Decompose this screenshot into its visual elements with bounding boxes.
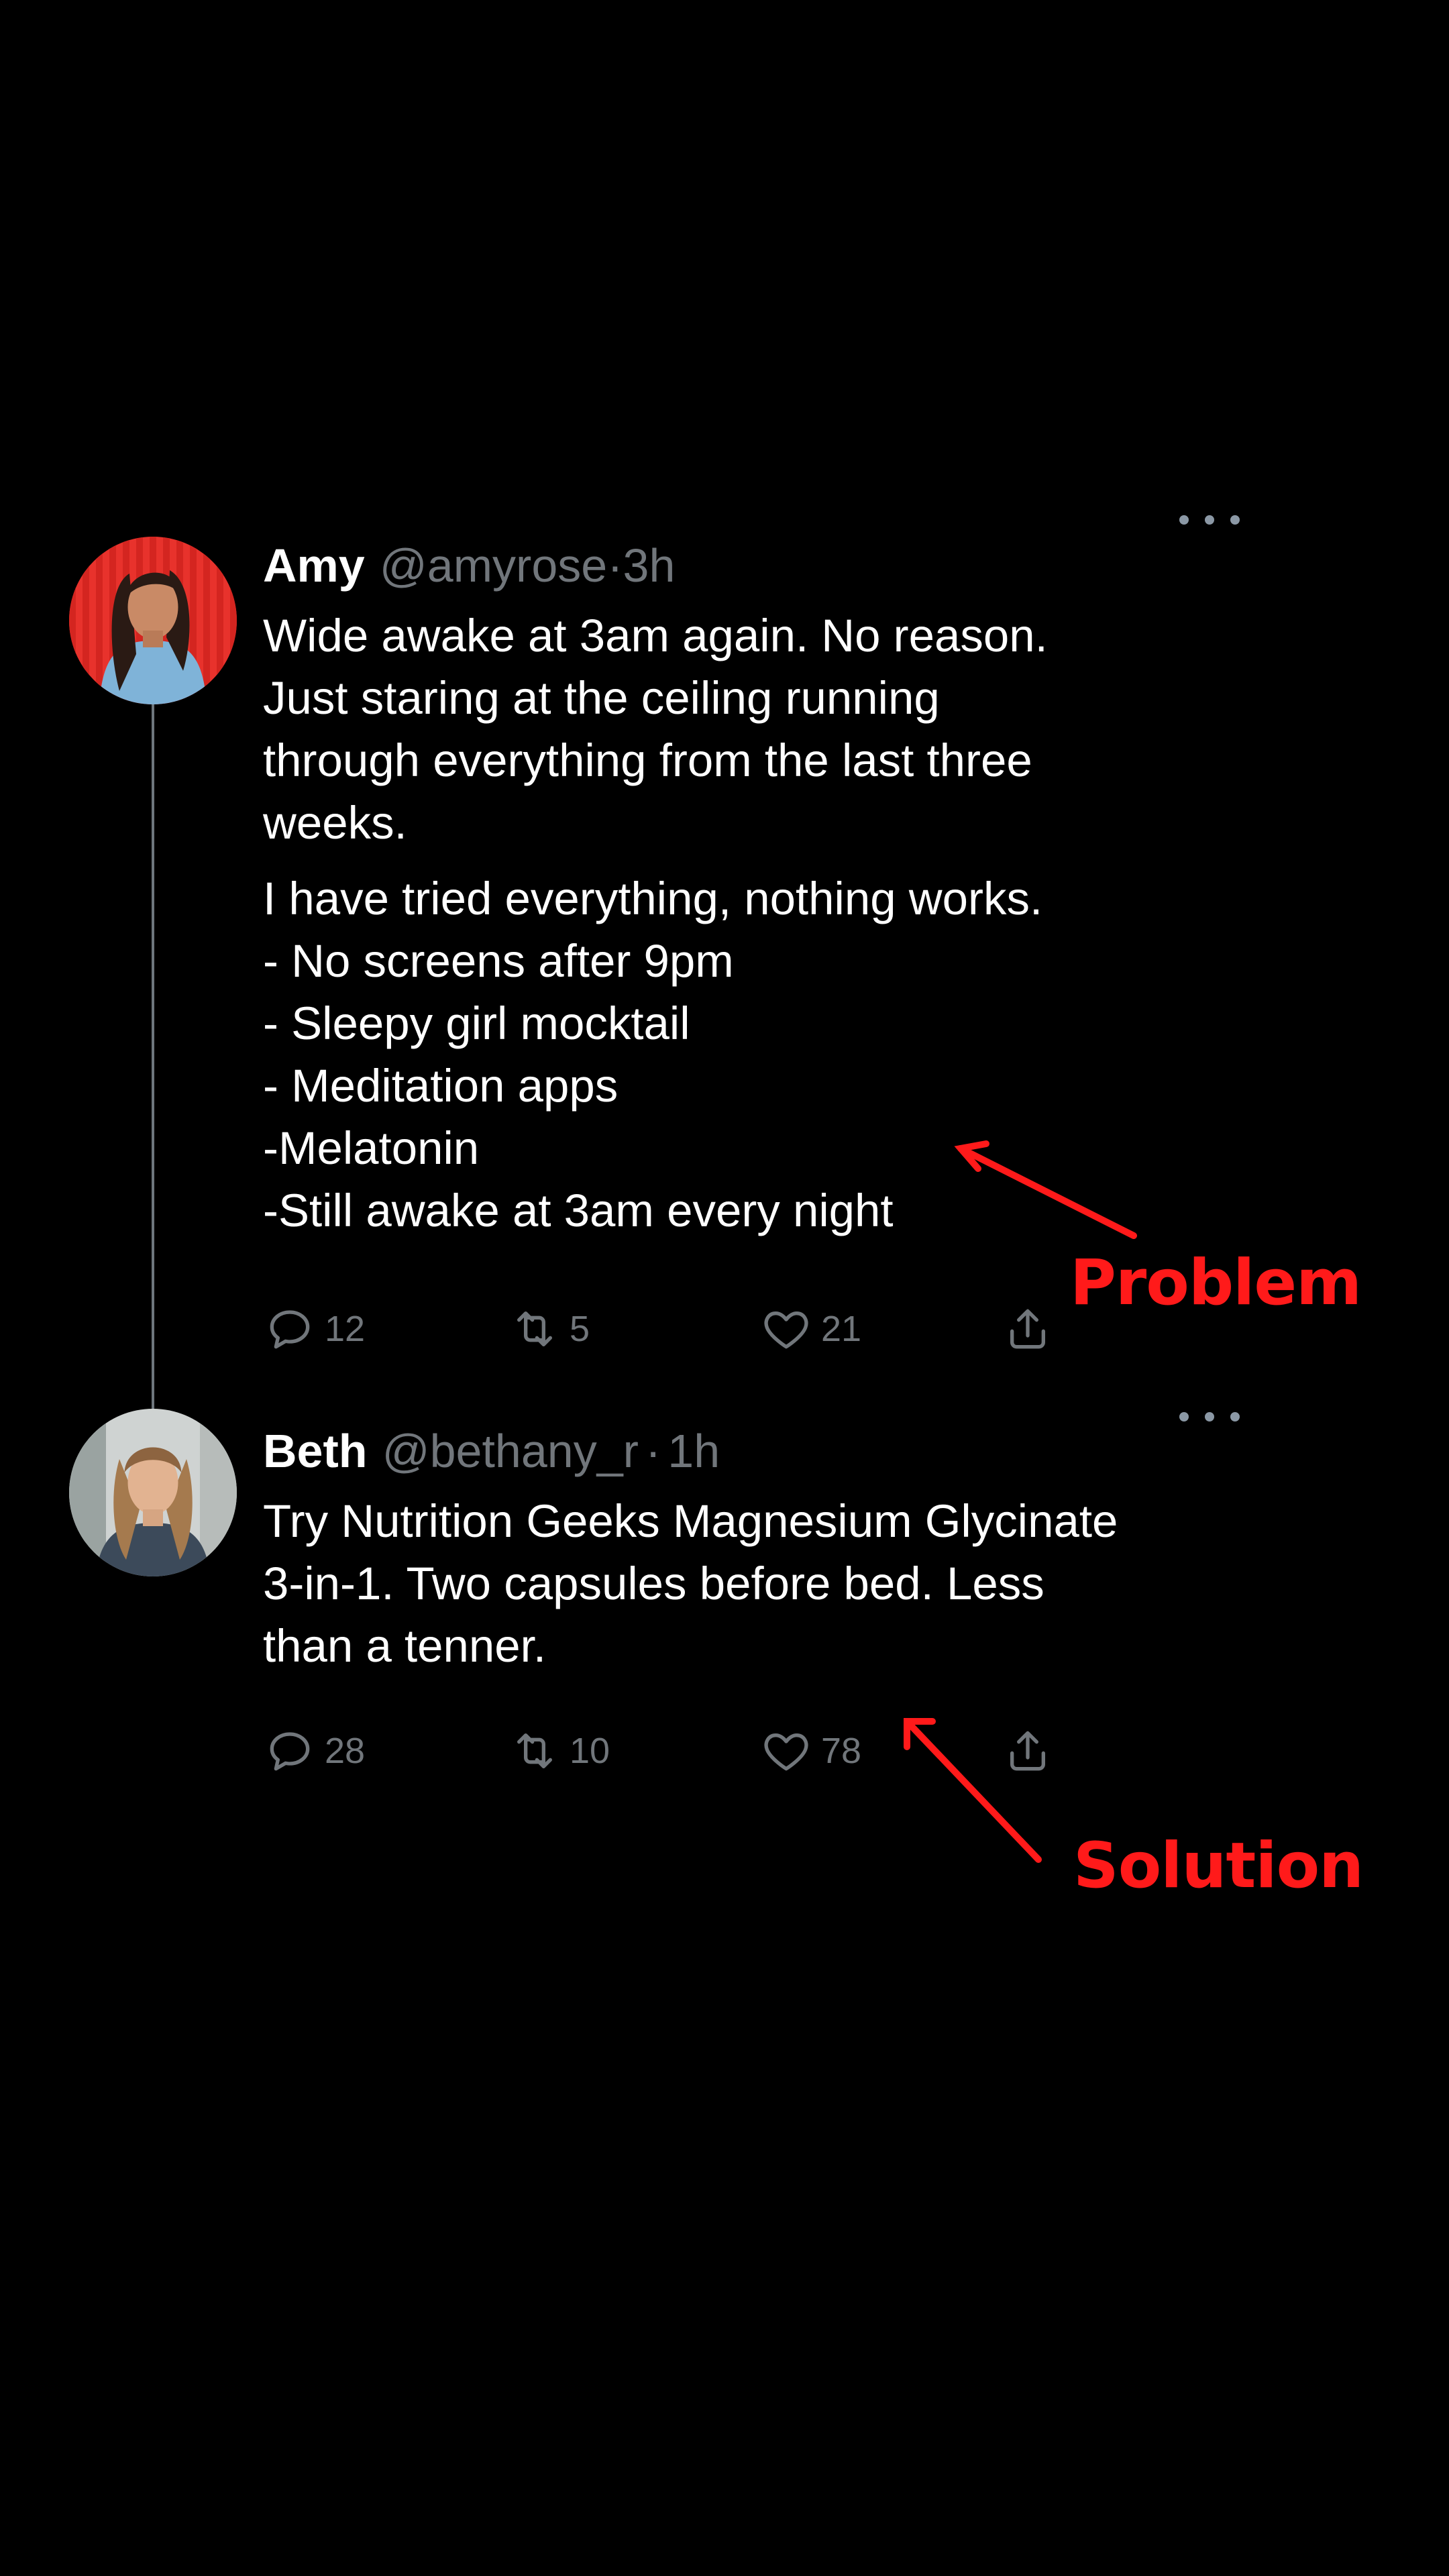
retweet-count: 10 — [570, 1731, 610, 1771]
avatar-amy-image — [69, 537, 237, 704]
tweet-header: Amy @amyrose ·3h — [263, 533, 1216, 598]
share-button[interactable] — [1001, 1302, 1055, 1356]
like-count: 78 — [821, 1731, 862, 1771]
retweet-button[interactable]: 10 — [508, 1724, 610, 1778]
more-icon-dot — [1230, 1412, 1240, 1421]
tweet-text-paragraph-1: Wide awake at 3am again. No reason. Just… — [263, 610, 1048, 849]
share-icon — [1010, 1309, 1045, 1349]
display-name[interactable]: Beth — [263, 1419, 368, 1483]
retweet-count: 5 — [570, 1309, 590, 1349]
user-handle[interactable]: @bethany_r — [382, 1419, 639, 1483]
more-icon-dot — [1230, 515, 1240, 525]
tweet-actions: 28 10 78 — [263, 1724, 1216, 1784]
tweet-text-paragraph-1: Try Nutrition Geeks Magnesium Glycinate … — [263, 1495, 1118, 1672]
share-icon — [1010, 1731, 1045, 1771]
solution-annotation: Solution — [1073, 1829, 1364, 1902]
avatar-amy[interactable] — [69, 537, 237, 704]
reply-count: 28 — [325, 1731, 366, 1771]
tweet-beth: Beth @bethany_r · 1h Try Nutrition Geeks… — [263, 1419, 1216, 1784]
reply-icon — [270, 1310, 310, 1349]
reply-button[interactable]: 12 — [263, 1302, 365, 1356]
user-handle[interactable]: @amyrose — [380, 533, 607, 598]
share-button[interactable] — [1001, 1724, 1055, 1778]
retweet-icon — [517, 1733, 552, 1768]
like-button[interactable]: 78 — [759, 1724, 861, 1778]
timestamp[interactable]: 1h — [667, 1419, 720, 1483]
display-name[interactable]: Amy — [263, 533, 365, 598]
problem-annotation: Problem — [1070, 1246, 1362, 1320]
header-separator: · — [645, 1425, 661, 1477]
heart-icon — [764, 1733, 808, 1771]
retweet-icon — [517, 1311, 552, 1346]
like-count: 21 — [821, 1309, 862, 1349]
reply-count: 12 — [325, 1309, 366, 1349]
reply-icon — [270, 1732, 310, 1771]
tweet-amy: Amy @amyrose ·3h Wide awake at 3am again… — [263, 533, 1216, 1362]
heart-icon — [764, 1311, 808, 1349]
more-icon — [1179, 515, 1189, 525]
avatar-beth[interactable] — [69, 1409, 237, 1576]
reply-button[interactable]: 28 — [263, 1724, 365, 1778]
tweet-header: Beth @bethany_r · 1h — [263, 1419, 1216, 1483]
avatar-beth-image — [69, 1409, 237, 1576]
timestamp[interactable]: ·3h — [607, 533, 675, 598]
more-icon-dot — [1205, 515, 1214, 525]
tweet-text-paragraph-2: I have tried everything, nothing works. … — [263, 873, 1043, 1236]
more-options-button[interactable] — [1179, 510, 1240, 530]
like-button[interactable]: 21 — [759, 1302, 861, 1356]
retweet-button[interactable]: 5 — [508, 1302, 590, 1356]
thread-connector-line — [152, 704, 154, 1422]
